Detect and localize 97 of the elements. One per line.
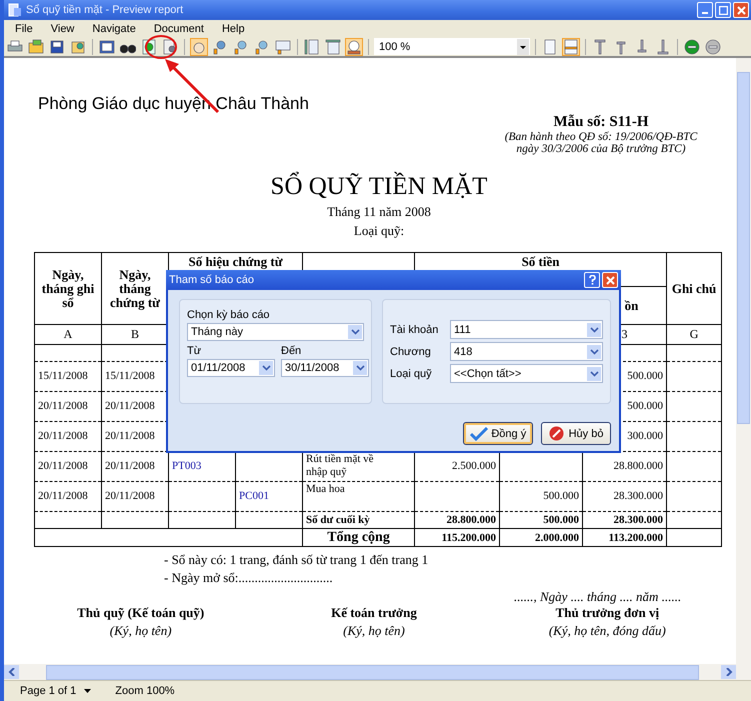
note-text: - Ngày mở sổ:............................. — [164, 569, 334, 587]
speech-bubble-icon[interactable] — [274, 38, 292, 56]
dropdown-field[interactable]: <<Chọn tất>> — [450, 364, 603, 383]
table-cell: 20/11/2008 — [34, 392, 102, 422]
cancel-button[interactable]: Hủy bỏ — [541, 422, 611, 445]
help-button[interactable] — [584, 272, 600, 288]
table-cell: 20/11/2008 — [34, 422, 102, 452]
note-text: - Sổ này có: 1 trang, đánh số từ trang 1 đến trang 1 — [164, 551, 430, 569]
signature-title: Thủ trưởng đơn vị — [556, 605, 660, 621]
report-period: Tháng 11 năm 2008 — [326, 204, 432, 220]
list-icon[interactable] — [98, 38, 116, 56]
total-cell: 115.200.000 — [414, 528, 500, 546]
column-header: Ghi chú — [666, 252, 722, 324]
fund-type-label: Loại quỹ: — [352, 223, 406, 239]
period-dropdown[interactable]: Tháng này — [187, 323, 364, 341]
table-cell: Mua hoa — [302, 482, 415, 512]
table-cell: 28.300.000 — [582, 512, 667, 528]
field-label: Tài khoản — [390, 324, 440, 336]
window-title: Sổ quỹ tiền mặt - Preview report — [26, 4, 184, 16]
dropdown-field[interactable]: 418 — [450, 342, 603, 361]
scroll-right-button[interactable] — [721, 665, 736, 679]
fit-width-icon[interactable] — [324, 38, 342, 56]
signature-title: Thủ quỹ (Kế toán quỹ) — [77, 605, 204, 621]
save-icon[interactable] — [48, 38, 66, 56]
field-label: Chương — [390, 346, 432, 358]
maximize-icon — [718, 6, 728, 14]
menu-item[interactable]: Help — [212, 22, 254, 34]
minimize-icon — [702, 12, 708, 14]
close-icon — [736, 6, 746, 14]
menu-item[interactable]: Navigate — [83, 22, 145, 34]
two-page-icon[interactable] — [562, 38, 580, 56]
field-label: Loại quỹ — [390, 368, 433, 380]
highlight-circle — [145, 35, 177, 59]
form-note: ngày 30/3/2006 của Bộ trưởng BTC) — [516, 143, 686, 155]
field-label: Từ — [187, 345, 202, 357]
vertical-scrollbar[interactable] — [736, 58, 751, 664]
date-picker[interactable]: 30/11/2008 — [281, 359, 369, 377]
signature-title: Kế toán trưởng — [331, 605, 417, 621]
menu-item[interactable]: View — [42, 22, 84, 34]
close-button[interactable] — [733, 2, 749, 18]
dropdown-button[interactable] — [587, 366, 601, 380]
menu-item[interactable]: Document — [144, 22, 213, 34]
field-label: Chọn kỳ báo cáo — [187, 309, 271, 321]
column-letter: G — [666, 324, 722, 344]
table-cell: 20/11/2008 — [102, 482, 168, 512]
close-button[interactable] — [602, 272, 618, 288]
signature-note: (Ký, họ tên) — [110, 623, 172, 639]
table-cell: 28.300.000 — [582, 482, 667, 512]
column-letter: A — [34, 324, 102, 344]
total-cell: 2.000.000 — [500, 528, 583, 546]
ok-button[interactable]: Đồng ý — [463, 422, 533, 445]
dropdown-button[interactable] — [587, 322, 601, 336]
scroll-left-button[interactable] — [4, 665, 19, 679]
field-label: Đến — [281, 345, 302, 357]
form-number: Mẫu số: S11-H — [553, 114, 648, 131]
maximize-button[interactable] — [715, 2, 731, 18]
close-icon — [606, 276, 614, 284]
table-cell: 28.800.000 — [414, 512, 500, 528]
dropdown-icon — [84, 689, 92, 693]
column-header: Ngày, tháng ghi sổ — [34, 252, 102, 324]
signature-note: (Ký, họ tên, đóng dấu) — [548, 623, 666, 639]
table-cell: 500.000 — [500, 482, 583, 512]
cancel-icon — [548, 426, 564, 441]
table-cell: 500.000 — [500, 512, 583, 528]
scrollbar-thumb[interactable] — [46, 664, 699, 680]
total-cell: 113.200.000 — [582, 528, 667, 546]
scrollbar-thumb[interactable] — [737, 72, 750, 424]
report-title: SỔ QUỸ TIỀN MẶT — [270, 173, 488, 201]
table-cell: Số dư cuối kỳ — [302, 512, 415, 528]
hand-icon[interactable] — [190, 38, 208, 56]
chevron-icon — [590, 370, 598, 376]
date-line: ......, Ngày .... tháng .... năm ...... — [514, 589, 682, 605]
horizontal-scrollbar[interactable] — [4, 664, 751, 680]
zoom-status: Zoom 100% — [115, 685, 175, 697]
page-indicator[interactable]: Page 1 of 1 — [20, 685, 76, 697]
table-cell: 20/11/2008 — [34, 482, 102, 512]
chevron-icon — [590, 348, 598, 354]
question-mark-icon — [588, 275, 596, 285]
checkmark-icon — [470, 426, 488, 440]
form-note: (Ban hành theo QĐ số: 19/2006/QĐ-BTC — [504, 131, 698, 143]
app-icon — [8, 3, 22, 17]
signature-note: (Ký, họ tên) — [343, 623, 405, 639]
dialog-title: Tham số báo cáo — [169, 274, 254, 286]
dropdown-field[interactable]: 111 — [450, 320, 603, 339]
minimize-button[interactable] — [697, 2, 713, 18]
actual-size-icon[interactable] — [345, 38, 363, 56]
date-picker[interactable]: 01/11/2008 — [187, 359, 275, 377]
zoom-dropdown[interactable]: 100 % — [374, 38, 530, 55]
dropdown-button[interactable] — [587, 344, 601, 358]
table-cell: PC001 — [236, 482, 303, 512]
chevron-icon — [590, 326, 598, 332]
table-cell: 15/11/2008 — [34, 362, 102, 392]
fit-height-icon[interactable] — [303, 38, 321, 56]
total-label: Tổng cộng — [302, 528, 415, 546]
folder-icon[interactable] — [27, 38, 45, 56]
table-cell: 20/11/2008 — [34, 452, 102, 482]
menu-item[interactable]: File — [6, 22, 42, 34]
